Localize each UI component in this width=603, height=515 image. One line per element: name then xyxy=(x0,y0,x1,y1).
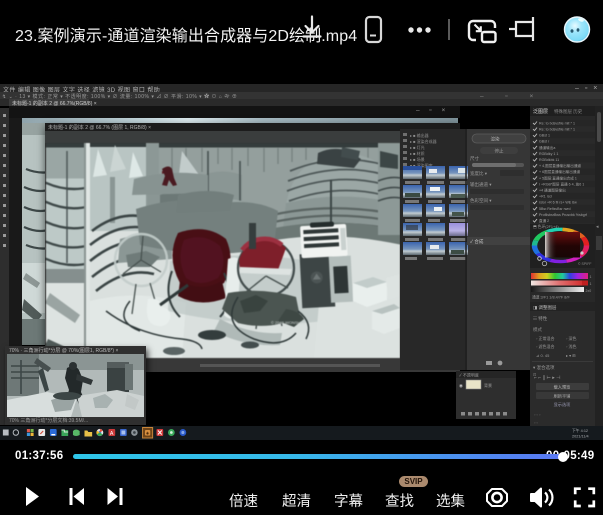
svg-text:GBst r: GBst r xyxy=(539,140,550,144)
svg-text:+ 5图层:直通输出合成 1: + 5图层:直通输出合成 1 xyxy=(539,175,577,180)
svg-text:通道输出a: 通道输出a xyxy=(539,145,555,150)
svg-text:▸ ■ 材质: ▸ ■ 材质 xyxy=(410,150,425,156)
svg-text:✓ 合成: ✓ 合成 xyxy=(470,238,484,245)
svg-text:显示选项: 显示选项 xyxy=(554,401,572,408)
svg-text:▾ 混合选项: ▾ 混合选项 xyxy=(533,364,555,371)
svg-text:⊿ 0. 45: ⊿ 0. 45 xyxy=(536,353,550,358)
svg-text:GBst 1: GBst 1 xyxy=(539,134,550,138)
svg-text:背景: 背景 xyxy=(484,382,492,388)
svg-text:ProfilsbsrBws Prusvbk %sbgrf: ProfilsbsrBws Prusvbk %sbgrf xyxy=(539,213,587,217)
svg-text:+ 6图层直通输出输出通道: + 6图层直通输出输出通道 xyxy=(539,169,580,174)
svg-text:通道:3/F1 1/8.4/7F 8/F: 通道:3/F1 1/8.4/7F 8/F xyxy=(532,295,570,300)
svg-text:◦ 浅色: ◦ 浅色 xyxy=(566,343,577,349)
svg-text:/ +RGB*图层 直通 6 4, 放6 1: / +RGB*图层 直通 6 4, 放6 1 xyxy=(539,181,584,186)
svg-text:2021/11/4: 2021/11/4 xyxy=(572,435,589,439)
svg-text:载入预览: 载入预览 xyxy=(554,384,571,391)
svg-text:+R1 rsd: +R1 rsd xyxy=(539,195,552,199)
svg-text:色彩空间 ▾: 色彩空间 ▾ xyxy=(470,197,492,204)
svg-text:下午 4:12: 下午 4:12 xyxy=(572,428,588,433)
svg-text:◨ 调整图层: ◨ 调整图层 xyxy=(533,304,557,311)
svg-text:5Bsr.ReflsvBsr rwrd: 5Bsr.ReflsvBsr rwrd xyxy=(539,207,571,211)
svg-text:渲染: 渲染 xyxy=(491,136,500,143)
svg-text:▸ ■ 输出器: ▸ ■ 输出器 xyxy=(410,132,429,138)
svg-text:停止: 停止 xyxy=(495,148,504,155)
svg-text:© SPIFF: © SPIFF xyxy=(578,262,591,266)
svg-text:☷ 特性: ☷ 特性 xyxy=(533,315,548,322)
svg-text:刷新平铺: 刷新平铺 xyxy=(554,393,571,400)
svg-text:+4 通道图层输出: +4 通道图层输出 xyxy=(539,188,566,193)
svg-text:◉: ◉ xyxy=(459,383,464,388)
svg-text:◈: ◈ xyxy=(146,431,150,436)
svg-text:◦ 深色: ◦ 深色 xyxy=(566,335,577,341)
svg-text:⌐ ⌐ ∥ ⊢ ▸ ⊣: ⌐ ⌐ ∥ ⊢ ▸ ⊣ xyxy=(534,374,561,381)
svg-text:◦ 正常混合: ◦ 正常混合 xyxy=(536,335,555,341)
svg-text:▫ ▫ ▫: ▫ ▫ ▫ xyxy=(534,412,541,417)
svg-text:直通 2: 直通 2 xyxy=(539,218,549,223)
svg-text:2x0: 2x0 xyxy=(586,289,592,293)
svg-text:▫ ▫: ▫ ▫ xyxy=(534,420,539,425)
svg-text:✓ 不透明度: ✓ 不透明度 xyxy=(459,372,479,378)
svg-text:A: A xyxy=(110,431,114,437)
svg-text:尺寸: 尺寸 xyxy=(470,155,479,162)
svg-text:◦ 滤色混合: ◦ 滤色混合 xyxy=(536,343,555,349)
svg-text:1: 1 xyxy=(590,275,592,279)
svg-text:Re: to bdsvsfile mfr.* 1: Re: to bdsvsfile mfr.* 1 xyxy=(539,121,575,125)
svg-text:Re: to bdsvsfile mfr.* 1: Re: to bdsvsfile mfr.* 1 xyxy=(539,128,575,132)
svg-text:RGBdky 1 1: RGBdky 1 1 xyxy=(539,152,558,156)
svg-text:rslor +R 6 fil rs+ WE 6w: rslor +R 6 fil rs+ WE 6w xyxy=(539,201,577,205)
svg-text:输出通道 ▾: 输出通道 ▾ xyxy=(470,181,492,188)
svg-text:泛图层: 泛图层 xyxy=(533,108,548,115)
svg-text:▸ ▾ ⊞: ▸ ▾ ⊞ xyxy=(566,353,576,358)
svg-text:宽度比 ▾: 宽度比 ▾ xyxy=(470,170,488,177)
svg-text:+ 4,图层直通输出输出通道: + 4,图层直通输出输出通道 xyxy=(539,163,581,168)
svg-text:© 2046 WONSHEE: © 2046 WONSHEE xyxy=(271,320,306,325)
svg-text:1: 1 xyxy=(590,282,592,286)
svg-text:▸ ■ 渲染合成器: ▸ ■ 渲染合成器 xyxy=(410,138,437,144)
svg-text:▸ ■ 灯光: ▸ ■ 灯光 xyxy=(410,144,425,150)
svg-text:▸ ■ 场景: ▸ ■ 场景 xyxy=(410,156,425,162)
svg-text:◂: ◂ xyxy=(596,224,599,230)
svg-text:特殊图层 历史: 特殊图层 历史 xyxy=(554,108,583,115)
svg-text:模式: 模式 xyxy=(533,326,542,333)
svg-text:RGBdkbk 11: RGBdkbk 11 xyxy=(539,158,559,162)
